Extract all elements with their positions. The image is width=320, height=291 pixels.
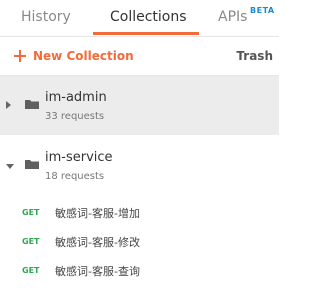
sidebar-tabs: History Collections APIs BETA bbox=[0, 0, 279, 37]
new-collection-label: New Collection bbox=[33, 49, 134, 63]
new-collection-button[interactable]: New Collection bbox=[14, 48, 134, 64]
request-name: 敏感词-客服-增加 bbox=[55, 207, 140, 220]
request-method-badge: GET bbox=[22, 208, 40, 217]
folder-icon bbox=[25, 160, 39, 169]
request-name: 敏感词-客服-查询 bbox=[55, 265, 140, 278]
caret-down-icon[interactable] bbox=[6, 164, 14, 169]
request-item[interactable]: GET 敏感词-客服-修改 bbox=[0, 229, 279, 257]
tab-apis[interactable]: APIs bbox=[218, 9, 247, 25]
request-item[interactable]: GET 敏感词-客服-增加 bbox=[0, 200, 279, 228]
collection-im-admin[interactable]: im-admin 33 requests bbox=[0, 76, 279, 135]
request-method-badge: GET bbox=[22, 266, 40, 275]
collection-name: im-service bbox=[45, 150, 113, 165]
request-item[interactable]: GET 敏感词-客服-查询 bbox=[0, 258, 279, 286]
beta-badge: BETA bbox=[250, 6, 275, 15]
request-name: 敏感词-客服-修改 bbox=[55, 236, 140, 249]
trash-button[interactable]: Trash bbox=[236, 49, 273, 63]
tab-history[interactable]: History bbox=[21, 9, 71, 25]
request-method-badge: GET bbox=[22, 237, 40, 246]
collection-im-service[interactable]: im-service 18 requests bbox=[0, 136, 279, 195]
collections-toolbar: New Collection Trash bbox=[0, 37, 279, 76]
collection-request-count: 18 requests bbox=[45, 171, 105, 182]
active-tab-indicator bbox=[93, 32, 199, 35]
caret-right-icon[interactable] bbox=[6, 101, 11, 109]
collection-request-count: 33 requests bbox=[45, 111, 105, 122]
plus-icon bbox=[14, 50, 26, 62]
tab-collections[interactable]: Collections bbox=[110, 9, 187, 25]
collection-name: im-admin bbox=[45, 90, 107, 105]
folder-icon bbox=[25, 100, 39, 109]
